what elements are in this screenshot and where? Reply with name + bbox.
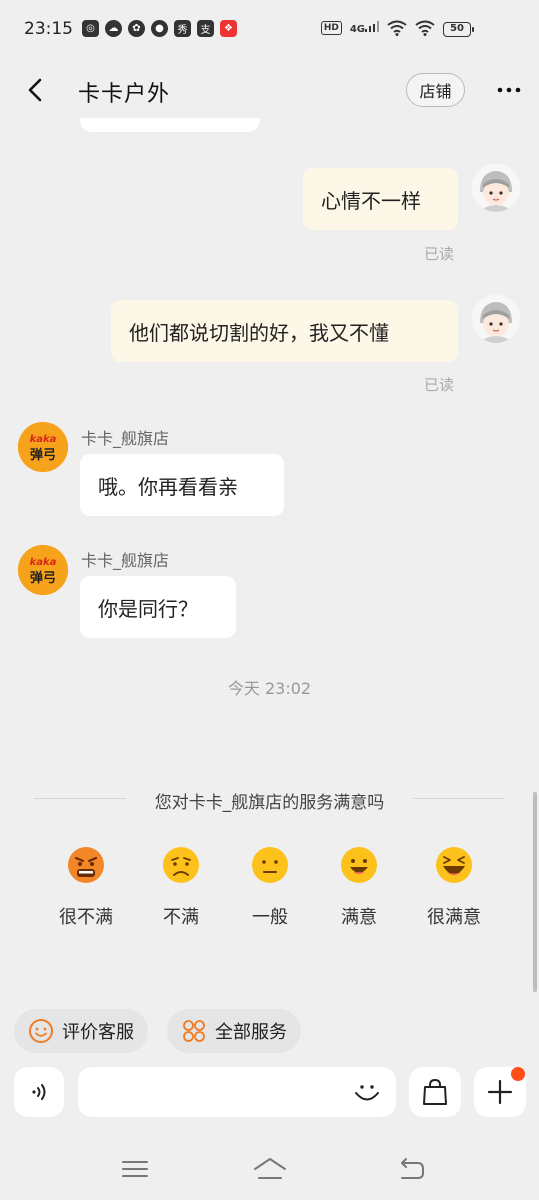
read-status: 已读 [424,245,455,263]
smiley-outline-icon [29,1019,53,1043]
shopping-bag-icon [423,1078,447,1105]
emoji-picker-icon[interactable] [352,1077,382,1107]
rating-label: 不满 [163,907,199,928]
signal-icon: 4G [350,21,379,35]
rating-option-satisfied[interactable]: 满意 [319,845,399,929]
shop-avatar[interactable]: kaka 弹弓 [18,422,68,472]
cloud-icon: ☁ [105,20,122,37]
survey-title: 您对卡卡_舰旗店的服务满意吗 [154,793,385,813]
sender-name: 卡卡_舰旗店 [81,429,170,448]
message-bubble-mine[interactable]: 心情不一样 [303,168,458,230]
wechat-icon: ✿ [128,20,145,37]
message-bubble-shop[interactable]: 你是同行？ [80,576,236,638]
message-icon: ● [151,20,168,37]
shop-logo-icon: kaka 弹弓 [18,422,68,472]
svg-text:kaka: kaka [30,557,57,568]
message-text: 心情不一样 [321,188,421,213]
read-status: 已读 [424,376,455,394]
message-input[interactable] [78,1067,396,1117]
user-avatar-icon [472,164,520,212]
rating-option-neutral[interactable]: 一般 [230,845,310,929]
shop-logo-icon: kaka 弹弓 [18,545,68,595]
voice-input-button[interactable] [14,1067,64,1117]
wifi-icon [415,20,435,36]
all-services-button[interactable]: 全部服务 [167,1009,301,1053]
smile-face-icon [341,847,377,883]
grid-flower-icon [183,1020,205,1042]
rating-option-very-dissatisfied[interactable]: 很不满 [46,845,126,929]
rating-label: 很不满 [59,907,113,928]
user-avatar-icon [472,295,520,343]
store-button[interactable]: 店铺 [406,73,465,107]
message-text: 你是同行？ [98,596,198,621]
rating-option-dissatisfied[interactable]: 不满 [141,845,221,929]
back-nav-icon[interactable] [396,1154,426,1184]
page-title: 卡卡户外 [78,82,171,107]
quick-action-label: 全部服务 [215,1022,287,1043]
message-timestamp: 今天 23:02 [227,679,312,698]
chat-screen: 23:15 ◎ ☁ ✿ ● 秀 支 ❖ HD 4G 50 卡卡户外 店铺 心情不… [0,0,539,1200]
sender-name: 卡卡_舰旗店 [81,551,170,570]
more-icon[interactable] [494,76,524,104]
frown-face-icon [163,847,199,883]
app-notification-icon: ◎ [82,20,99,37]
status-bar: 23:15 ◎ ☁ ✿ ● 秀 支 ❖ HD 4G 50 [0,0,539,60]
user-avatar[interactable] [472,295,520,343]
system-nav-bar [0,1140,539,1200]
rating-label: 满意 [341,907,377,928]
rate-service-button[interactable]: 评价客服 [14,1009,148,1053]
neutral-face-icon [252,847,288,883]
back-button[interactable] [22,74,50,106]
shop-avatar[interactable]: kaka 弹弓 [18,545,68,595]
voice-icon [32,1084,46,1100]
rating-option-very-satisfied[interactable]: 很满意 [414,845,494,929]
app-notification-icon: 秀 [174,20,191,37]
message-text: 哦。你再看看亲 [98,474,238,499]
svg-text:kaka: kaka [30,434,57,445]
battery-icon: 50 [443,22,474,37]
home-icon[interactable] [252,1154,288,1184]
svg-text:弹弓: 弹弓 [30,447,56,463]
message-bubble-partial [80,118,260,132]
plus-icon [487,1079,513,1105]
laugh-face-icon [436,847,472,883]
notification-dot [511,1067,525,1081]
hd-icon: HD [320,21,342,35]
menu-icon[interactable] [120,1154,150,1184]
message-bubble-shop[interactable]: 哦。你再看看亲 [80,454,284,516]
scrollbar[interactable] [533,792,537,992]
message-text: 他们都说切割的好，我又不懂 [129,320,389,345]
rating-label: 一般 [252,907,288,928]
network-icons: HD 4G [320,20,435,36]
quick-action-label: 评价客服 [62,1022,134,1043]
alipay-icon: 支 [197,20,214,37]
message-bubble-mine[interactable]: 他们都说切割的好，我又不懂 [111,300,458,362]
user-avatar[interactable] [472,164,520,212]
products-button[interactable] [409,1067,461,1117]
rating-label: 很满意 [427,907,481,928]
status-time: 23:15 [24,19,73,39]
svg-text:弹弓: 弹弓 [30,570,56,586]
angry-face-icon [68,847,104,883]
app-notification-icon: ❖ [220,20,237,37]
chat-header: 卡卡户外 店铺 [0,60,539,120]
wifi-icon [387,20,407,36]
notification-icons: ◎ ☁ ✿ ● 秀 支 ❖ [82,20,237,37]
